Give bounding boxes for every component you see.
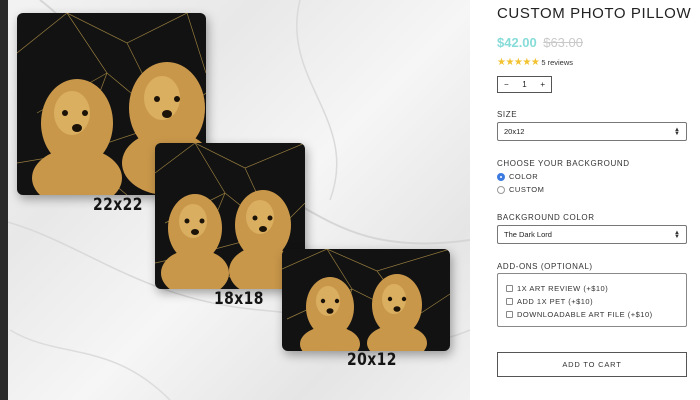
- star-rating-icon: ★★★★★: [497, 57, 540, 68]
- addon-art-file[interactable]: DOWNLOADABLE ART FILE (+$10): [506, 308, 686, 321]
- checkbox-icon[interactable]: [506, 298, 513, 305]
- product-image[interactable]: 22x22 18x18 20x12: [0, 0, 470, 400]
- background-choice-label: CHOOSE YOUR BACKGROUND: [497, 159, 630, 168]
- addon-art-file-label: DOWNLOADABLE ART FILE (+$10): [517, 310, 653, 319]
- compare-price: $63.00: [543, 35, 583, 50]
- addon-extra-pet-label: ADD 1X PET (+$10): [517, 297, 594, 306]
- add-to-cart-button[interactable]: ADD TO CART: [497, 352, 687, 377]
- radio-custom-label: CUSTOM: [509, 185, 545, 194]
- addon-art-review[interactable]: 1X ART REVIEW (+$10): [506, 282, 686, 295]
- radio-custom[interactable]: CUSTOM: [497, 185, 544, 194]
- pillow-20x12-art: [282, 249, 450, 351]
- quantity-increase-button[interactable]: +: [540, 80, 545, 89]
- radio-color-label: COLOR: [509, 172, 539, 181]
- checkbox-icon[interactable]: [506, 311, 513, 318]
- size-label-22x22: 22x22: [93, 195, 143, 215]
- size-select-value: 20x12: [504, 127, 525, 136]
- addons-label: ADD-ONS (OPTIONAL): [497, 262, 593, 271]
- edge-strip: [0, 0, 8, 400]
- rating[interactable]: ★★★★★ 5 reviews: [497, 57, 573, 68]
- background-color-select[interactable]: The Dark Lord ▲ ▼: [497, 225, 687, 244]
- background-color-label: BACKGROUND COLOR: [497, 213, 595, 222]
- radio-selected-icon[interactable]: [497, 172, 505, 181]
- sale-price: $42.00: [497, 35, 537, 50]
- background-color-value: The Dark Lord: [504, 230, 552, 239]
- pillow-20x12: [282, 249, 450, 351]
- addons-box: 1X ART REVIEW (+$10) ADD 1X PET (+$10) D…: [497, 273, 687, 327]
- size-label-20x12: 20x12: [347, 350, 397, 370]
- addon-art-review-label: 1X ART REVIEW (+$10): [517, 284, 609, 293]
- quantity-decrease-button[interactable]: −: [504, 80, 509, 89]
- select-arrows-icon: ▲ ▼: [674, 229, 680, 240]
- product-title: CUSTOM PHOTO PILLOW: [497, 5, 692, 22]
- size-label: SIZE: [497, 110, 518, 119]
- checkbox-icon[interactable]: [506, 285, 513, 292]
- quantity-value[interactable]: 1: [522, 80, 526, 89]
- radio-color[interactable]: COLOR: [497, 172, 538, 181]
- size-label-18x18: 18x18: [214, 289, 264, 309]
- reviews-link[interactable]: 5 reviews: [541, 58, 573, 67]
- size-select[interactable]: 20x12 ▲ ▼: [497, 122, 687, 141]
- addon-extra-pet[interactable]: ADD 1X PET (+$10): [506, 295, 686, 308]
- select-arrows-icon: ▲ ▼: [674, 126, 680, 137]
- quantity-stepper[interactable]: − 1 +: [497, 76, 552, 93]
- price-row: $42.00 $63.00: [497, 34, 583, 52]
- radio-unselected-icon[interactable]: [497, 185, 505, 194]
